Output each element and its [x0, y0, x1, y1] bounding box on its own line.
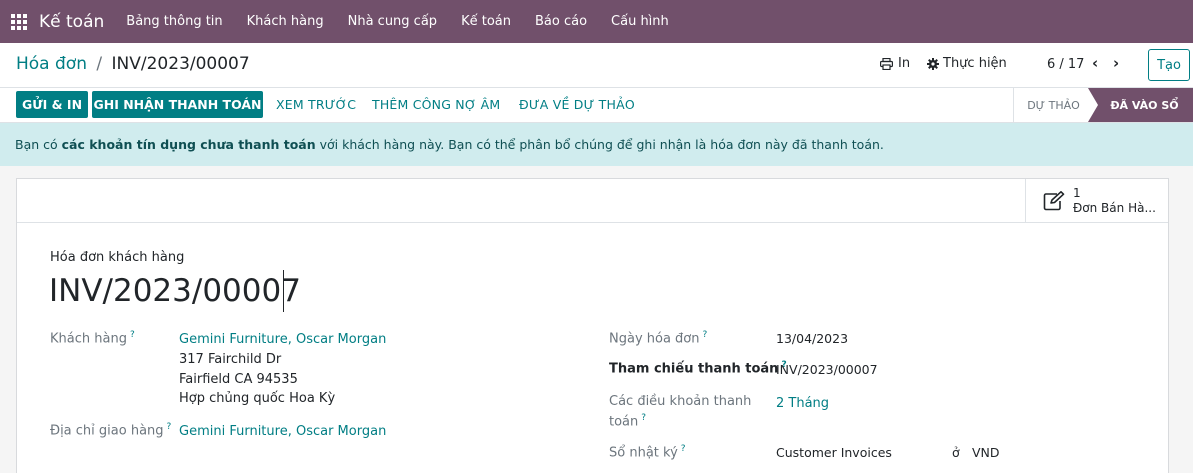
apps-menu-icon[interactable]	[11, 13, 27, 30]
breadcrumb: Hóa đơn / INV/2023/00007	[16, 54, 250, 74]
create-button[interactable]: Tạo	[1148, 49, 1190, 81]
customer-address-line-2: Fairfield CA 94535	[179, 372, 298, 387]
customer-address-line-3: Hợp chủng quốc Hoa Kỳ	[179, 391, 336, 406]
journal-label: Sổ nhật ký?	[609, 444, 686, 461]
form-sheet: 1 Đơn Bán Hà... Hóa đơn khách hàng INV/2…	[16, 178, 1169, 473]
nav-item-accounting[interactable]: Kế toán	[461, 14, 511, 29]
pager-value[interactable]: 6 / 17	[1047, 57, 1084, 72]
breadcrumb-invoices-link[interactable]: Hóa đơn	[16, 54, 87, 74]
payment-terms-help-icon[interactable]: ?	[641, 413, 646, 423]
pager-previous-icon[interactable]: ‹	[1092, 54, 1098, 72]
pager-next-icon[interactable]: ›	[1113, 54, 1119, 72]
invoice-date-label: Ngày hóa đơn?	[609, 330, 708, 347]
customer-help-icon[interactable]: ?	[130, 330, 135, 340]
print-label: In	[898, 56, 911, 71]
outstanding-credits-alert: Bạn có các khoản tín dụng chưa thanh toá…	[0, 123, 1193, 166]
customer-label: Khách hàng?	[50, 330, 135, 347]
alert-text-prefix: Bạn có	[15, 137, 62, 152]
delivery-address-field[interactable]: Gemini Furniture, Oscar Morgan	[179, 424, 386, 439]
breadcrumb-separator: /	[96, 54, 103, 74]
currency-field[interactable]: VND	[972, 445, 1000, 460]
reset-to-draft-button[interactable]: ĐƯA VỀ DỰ THẢO	[519, 97, 635, 112]
breadcrumb-current: INV/2023/00007	[111, 54, 250, 74]
register-payment-button[interactable]: GHI NHẬN THANH TOÁN	[92, 91, 263, 118]
smart-button-box: 1 Đơn Bán Hà...	[17, 179, 1168, 223]
nav-item-vendors[interactable]: Nhà cung cấp	[348, 14, 437, 29]
smart-button-count: 1	[1073, 186, 1081, 200]
nav-item-configuration[interactable]: Cấu hình	[611, 14, 669, 29]
smart-button-label: Đơn Bán Hà...	[1073, 201, 1156, 215]
gear-icon	[927, 57, 939, 70]
customer-field[interactable]: Gemini Furniture, Oscar Morgan	[179, 332, 386, 347]
action-button[interactable]: Thực hiện	[927, 56, 1007, 71]
add-credit-note-button[interactable]: THÊM CÔNG NỢ ÂM	[372, 97, 500, 112]
journal-field[interactable]: Customer Invoices	[776, 445, 892, 460]
edit-icon	[1043, 191, 1065, 211]
form-statusbar: GỬI & IN GHI NHẬN THANH TOÁN XEM TRƯỚC T…	[0, 88, 1193, 123]
sale-orders-smart-button[interactable]: 1 Đơn Bán Hà...	[1025, 179, 1169, 223]
invoice-date-help-icon[interactable]: ?	[703, 330, 708, 340]
preview-button[interactable]: XEM TRƯỚC	[276, 97, 356, 112]
stage-draft[interactable]: DỰ THẢO	[1013, 88, 1093, 122]
print-button[interactable]: In	[880, 56, 910, 71]
outstanding-credits-link[interactable]: các khoản tín dụng chưa thanh toán	[62, 137, 316, 152]
customer-address-line-1: 317 Fairchild Dr	[179, 352, 282, 367]
stage-posted[interactable]: ĐÃ VÀO SỔ	[1088, 88, 1193, 122]
document-type-label: Hóa đơn khách hàng	[50, 250, 185, 265]
payment-reference-label: Tham chiếu thanh toán?	[609, 360, 787, 377]
action-label: Thực hiện	[943, 56, 1007, 71]
delivery-help-icon[interactable]: ?	[167, 422, 172, 432]
payment-terms-label-line-2: toán?	[609, 413, 647, 430]
journal-help-icon[interactable]: ?	[681, 444, 686, 454]
invoice-date-field[interactable]: 13/04/2023	[776, 331, 848, 346]
payment-terms-label-line-1: Các điều khoản thanh	[609, 394, 752, 409]
nav-item-reporting[interactable]: Báo cáo	[535, 14, 587, 29]
top-navbar: Kế toán Bảng thông tin Khách hàng Nhà cu…	[0, 0, 1193, 43]
alert-text-suffix: với khách hàng này. Bạn có thể phân bổ c…	[315, 137, 884, 152]
payment-reference-field[interactable]: INV/2023/00007	[776, 362, 878, 377]
delivery-address-label: Địa chỉ giao hàng?	[50, 422, 172, 439]
printer-icon	[880, 57, 893, 70]
control-panel: Hóa đơn / INV/2023/00007 In Thực hiện 6 …	[0, 43, 1193, 88]
nav-item-dashboard[interactable]: Bảng thông tin	[126, 14, 222, 29]
app-name[interactable]: Kế toán	[39, 12, 104, 32]
currency-in-label: ở	[952, 445, 960, 460]
nav-item-customers[interactable]: Khách hàng	[247, 14, 324, 29]
invoice-number-title[interactable]: INV/2023/00007	[49, 273, 301, 309]
payment-terms-field[interactable]: 2 Tháng	[776, 396, 829, 411]
send-print-button[interactable]: GỬI & IN	[16, 91, 88, 118]
text-cursor	[283, 270, 284, 312]
